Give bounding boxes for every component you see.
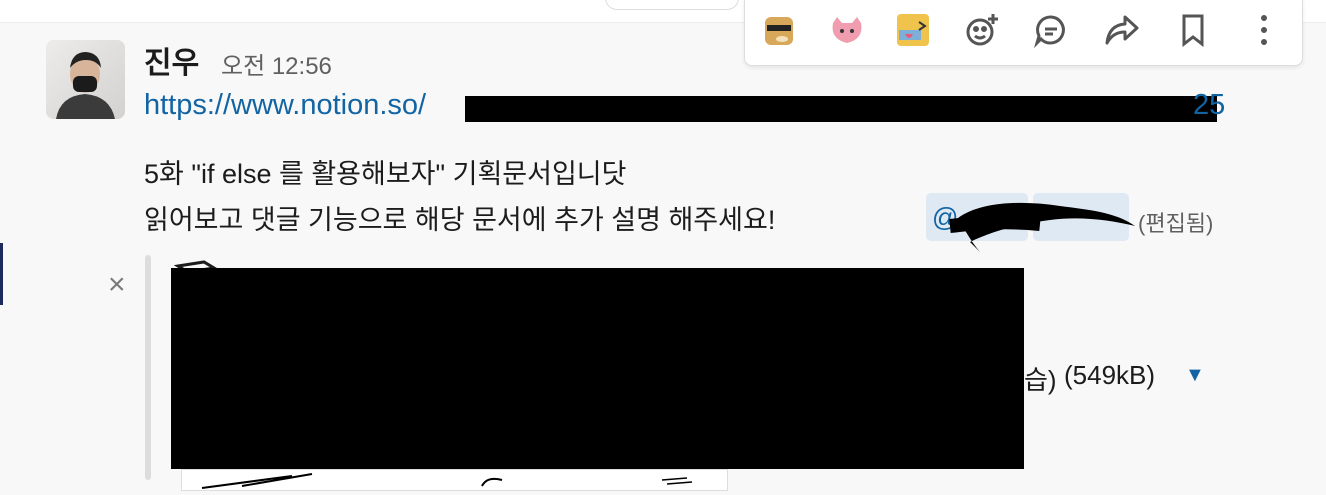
- doge-emoji-icon[interactable]: [757, 9, 801, 51]
- close-icon[interactable]: ×: [108, 270, 126, 300]
- redaction-block: [171, 268, 1024, 469]
- share-icon[interactable]: [1100, 9, 1144, 51]
- notion-link[interactable]: https://www.notion.so/: [144, 89, 426, 122]
- redaction-bar: [465, 96, 1217, 122]
- chevron-down-icon[interactable]: ▼: [1185, 364, 1205, 387]
- previous-message-reaction[interactable]: [605, 0, 739, 10]
- attachment-preview[interactable]: [181, 469, 728, 491]
- redaction-scribble: [949, 202, 1135, 252]
- more-actions-icon[interactable]: [1242, 9, 1286, 51]
- attachment-border: [145, 255, 151, 480]
- message-line-1: 5화 "if else 를 활용해보자" 기획문서입니닷: [144, 159, 627, 189]
- author-name[interactable]: 진우: [144, 38, 199, 82]
- preview-sketch: [201, 473, 693, 489]
- message-timestamp[interactable]: 오전 12:56: [221, 46, 332, 81]
- reply-in-thread-icon[interactable]: [1029, 9, 1073, 51]
- pink-cat-emoji-icon[interactable]: [825, 9, 869, 51]
- edited-label: (편집됨): [1138, 211, 1214, 236]
- message-line-2: 읽어보고 댓글 기능으로 해당 문서에 추가 설명 해주세요!: [144, 205, 776, 235]
- attachment-size: (549kB): [1064, 360, 1156, 390]
- unread-marker: [0, 243, 3, 305]
- attachment-name-tail: 습): [1024, 365, 1057, 395]
- bookmark-icon[interactable]: [1171, 9, 1215, 51]
- add-reaction-icon[interactable]: [960, 9, 1004, 51]
- cat-tongue-emoji-icon[interactable]: [891, 9, 935, 51]
- avatar-photo: [46, 40, 125, 119]
- notion-link-tail[interactable]: 25: [1193, 89, 1225, 122]
- avatar[interactable]: [46, 40, 125, 119]
- message-actions-toolbar: [744, 0, 1303, 66]
